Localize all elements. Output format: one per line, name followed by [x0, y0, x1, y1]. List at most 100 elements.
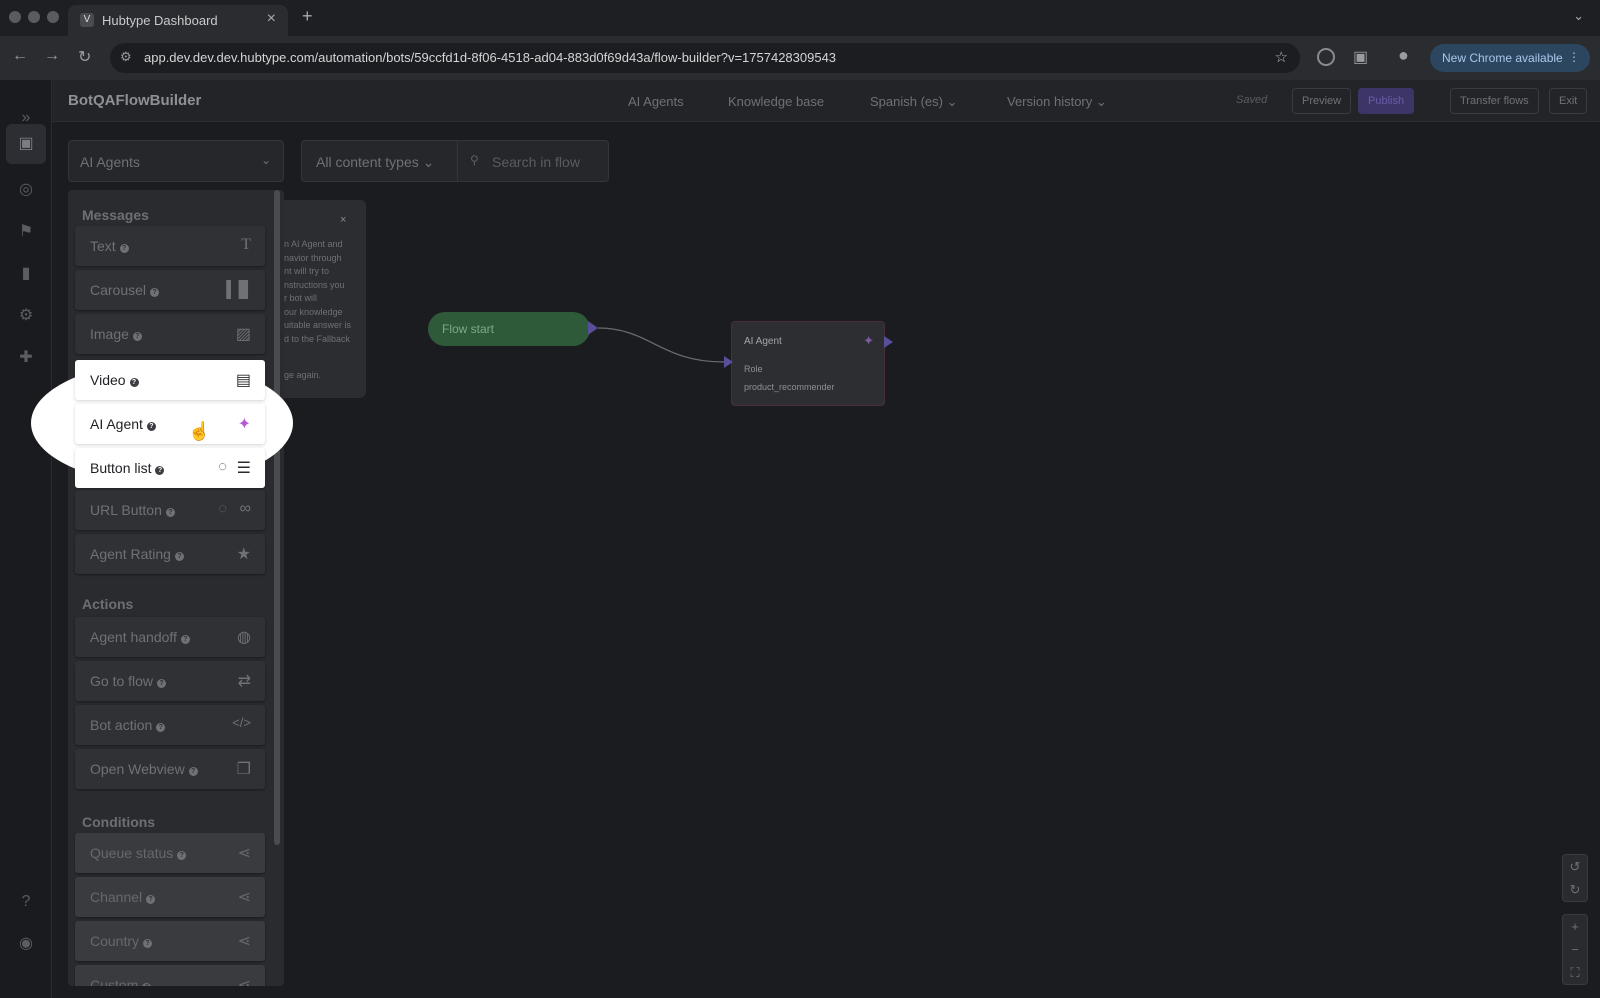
help-icon[interactable]: ?	[142, 983, 152, 986]
conditions-section-title: Conditions	[82, 814, 156, 830]
content-type-label: All content types	[316, 154, 419, 170]
content-type-filter[interactable]: All content types ⌄	[316, 154, 434, 171]
item-label: Country	[90, 933, 140, 949]
undo-icon[interactable]: ↺	[1563, 855, 1587, 878]
palette-item-agent-rating[interactable]: Agent Rating? ★	[75, 534, 265, 574]
palette-item-go-to-flow[interactable]: Go to flow? ⇄	[75, 661, 265, 701]
flow-select[interactable]: AI Agents ⌄	[68, 140, 284, 182]
item-label: URL Button	[90, 502, 162, 518]
item-label: Button list	[90, 460, 152, 476]
node-palette: Messages Text? T Carousel? ▍▊ Image? ▨ URL …	[68, 190, 284, 986]
divider	[457, 141, 458, 181]
flow-start-label: Flow start	[442, 322, 495, 336]
zoom-out-icon[interactable]: −	[1563, 938, 1587, 961]
palette-item-url-button[interactable]: URL Button? ◌ ∞	[75, 490, 265, 530]
palette-item-open-webview[interactable]: Open Webview? ❐	[75, 749, 265, 789]
ai-agent-node[interactable]: AI Agent ✦ Role product_recommender	[731, 321, 885, 406]
split-icon: ⋖	[237, 977, 251, 986]
help-icon[interactable]: ?	[156, 723, 166, 732]
palette-item-button-list[interactable]: Button list? ◌ ☰	[75, 448, 265, 488]
palette-item-channel[interactable]: Channel? ⋖	[75, 877, 265, 917]
palette-item-carousel[interactable]: Carousel? ▍▊	[75, 270, 265, 310]
zoom-in-icon[interactable]: +	[1563, 915, 1587, 938]
flow-start-node[interactable]: Flow start	[428, 312, 590, 346]
palette-item-bot-action[interactable]: Bot action? </>	[75, 705, 265, 745]
help-icon[interactable]: ?	[146, 895, 156, 904]
palette-item-queue-status[interactable]: Queue status? ⋖	[75, 833, 265, 873]
star-icon: ★	[236, 546, 251, 563]
item-label: Agent Rating	[90, 546, 171, 562]
item-label: Channel	[90, 889, 143, 905]
item-label: Custom	[90, 977, 139, 986]
palette-item-text[interactable]: Text? T	[75, 226, 265, 266]
chevron-down-icon: ⌄	[260, 153, 271, 167]
help-icon[interactable]: ?	[132, 332, 142, 341]
help-icon[interactable]: ?	[150, 288, 160, 297]
search-icon: ⚲	[470, 153, 479, 167]
close-icon[interactable]: ×	[340, 214, 346, 226]
actions-section-title: Actions	[82, 596, 134, 612]
help-icon[interactable]: ?	[146, 422, 156, 431]
palette-item-custom[interactable]: Custom? ⋖	[75, 965, 265, 986]
ai-agent-output-port[interactable]	[884, 336, 893, 348]
palette-item-image[interactable]: Image? ▨	[75, 314, 265, 354]
item-label: AI Agent	[90, 416, 143, 432]
node-title: AI Agent	[744, 336, 782, 347]
palette-item-country[interactable]: Country? ⋖	[75, 921, 265, 961]
palette-item-ai-agent[interactable]: AI Agent? ✦	[75, 404, 265, 444]
help-icon[interactable]: ?	[174, 552, 184, 561]
carousel-icon: ▍▊	[226, 282, 251, 299]
info-card-text: n AI Agent and navior through nt will tr…	[284, 239, 352, 344]
help-icon[interactable]: ?	[180, 635, 190, 644]
messages-section-title: Messages	[82, 207, 149, 223]
help-icon[interactable]: ?	[119, 244, 129, 253]
item-label: Agent handoff	[90, 629, 177, 645]
split-icon: ⋖	[237, 933, 251, 950]
help-icon[interactable]: ?	[177, 851, 187, 860]
search-input[interactable]: Search in flow	[492, 154, 580, 170]
split-icon: ⋖	[237, 889, 251, 906]
help-icon[interactable]: ?	[188, 767, 198, 776]
link-icon: ∞	[239, 500, 251, 517]
list-icon: ☰	[236, 460, 251, 477]
item-label: Open Webview	[90, 761, 185, 777]
ai-agent-info-card: × n AI Agent and navior through nt will …	[280, 200, 366, 398]
history-controls: ↺ ↻	[1562, 854, 1588, 902]
palette-scrollbar[interactable]	[274, 190, 280, 845]
item-label: Go to flow	[90, 673, 154, 689]
redirect-icon: ⇄	[237, 673, 251, 690]
text-icon: T	[241, 236, 251, 253]
filter-bar: All content types ⌄ ⚲ Search in flow	[301, 140, 609, 182]
video-icon: ▤	[235, 372, 251, 389]
hand-cursor-icon: ☝	[188, 421, 211, 441]
fit-view-icon[interactable]: ⛶	[1563, 961, 1587, 984]
palette-item-agent-handoff[interactable]: Agent handoff? ◍	[75, 617, 265, 657]
item-label: Video	[90, 372, 126, 388]
info-card-tail: ge again.	[284, 370, 322, 380]
zoom-controls: + − ⛶	[1562, 914, 1588, 985]
whatsapp-icon: ◌	[218, 458, 227, 475]
node-role-label: Role	[744, 364, 763, 374]
code-icon: </>	[232, 715, 251, 730]
help-icon[interactable]: ?	[155, 466, 165, 475]
ai-agent-input-port[interactable]	[724, 356, 733, 368]
flow-start-output-port[interactable]	[588, 321, 598, 335]
node-role-value: product_recommender	[744, 382, 835, 392]
item-label: Bot action	[90, 717, 153, 733]
headset-icon: ◍	[237, 629, 251, 646]
help-icon[interactable]: ?	[129, 378, 139, 387]
item-label: Queue status	[90, 845, 174, 861]
image-icon: ▨	[235, 326, 251, 343]
help-icon[interactable]: ?	[157, 679, 167, 688]
chevron-down-icon: ⌄	[422, 154, 435, 170]
help-icon[interactable]: ?	[143, 939, 153, 948]
item-label: Text	[90, 238, 116, 254]
flow-select-value: AI Agents	[80, 154, 140, 170]
whatsapp-icon: ◌	[218, 500, 227, 517]
redo-icon[interactable]: ↻	[1563, 878, 1587, 901]
window-icon: ❐	[236, 761, 251, 778]
split-icon: ⋖	[237, 845, 251, 862]
item-label: Carousel	[90, 282, 147, 298]
palette-item-video[interactable]: Video? ▤	[75, 360, 265, 400]
help-icon[interactable]: ?	[165, 508, 175, 517]
